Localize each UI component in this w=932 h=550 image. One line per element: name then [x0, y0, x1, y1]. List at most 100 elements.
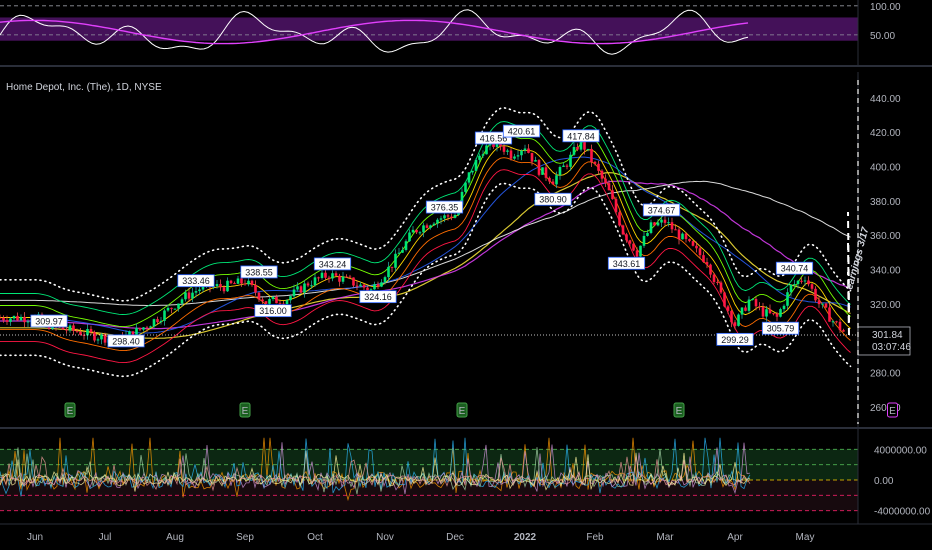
- price-tick-label: 380.00: [870, 197, 901, 208]
- candle-body: [558, 166, 562, 176]
- candle-body: [327, 277, 331, 279]
- candle-body: [726, 306, 730, 311]
- candle-body: [0, 317, 2, 319]
- chart-title: Home Depot, Inc. (The), 1D, NYSE: [6, 82, 162, 93]
- candle-body: [226, 280, 229, 292]
- candle-body: [807, 280, 810, 285]
- candle-body: [156, 319, 159, 323]
- oscillator-tick-label: 50.00: [870, 31, 895, 42]
- candle-body: [772, 313, 775, 315]
- candle-body: [607, 183, 611, 191]
- candle-body: [705, 262, 709, 265]
- candle-body: [2, 317, 5, 321]
- chart-canvas[interactable]: 50.00100.00 260.00280.00300.00320.00340.…: [0, 0, 932, 550]
- candle-body: [674, 229, 677, 231]
- candle-body: [621, 225, 625, 235]
- candle-body: [334, 273, 338, 276]
- candle-body: [5, 320, 9, 322]
- candle-body: [723, 292, 726, 307]
- candle-body: [754, 299, 758, 307]
- candle-body: [810, 284, 814, 289]
- candle-body: [180, 299, 184, 304]
- volume-tick-label: 0.00: [874, 476, 894, 487]
- candle-body: [65, 329, 68, 331]
- candle-body: [548, 177, 551, 182]
- candle-body: [786, 292, 789, 306]
- x-tick-label: Aug: [166, 532, 184, 543]
- candle-body: [275, 296, 278, 304]
- candle-body: [254, 284, 257, 293]
- x-axis[interactable]: Jun Jul Aug Sep Oct Nov Dec 2022 Feb Mar Apr May: [0, 523, 932, 543]
- volume-tick-label: -4000000.00: [874, 507, 931, 518]
- candle-body: [712, 274, 716, 282]
- candle-body: [593, 161, 597, 164]
- price-panel[interactable]: 260.00280.00300.00320.00340.00360.00380.…: [0, 72, 932, 429]
- candle-body: [530, 152, 534, 162]
- candle-body: [418, 232, 422, 234]
- candle-body: [516, 155, 520, 157]
- candle-body: [310, 285, 313, 287]
- candle-body: [163, 310, 166, 321]
- pivot-label: 340.74: [781, 264, 809, 274]
- candle-body: [509, 150, 513, 159]
- outer-envelope-dotted-line: [0, 107, 852, 302]
- x-tick-label: Nov: [376, 532, 394, 543]
- price-tick-label: 280.00: [870, 368, 901, 379]
- x-tick-label: Jul: [99, 532, 112, 543]
- candle-body: [646, 232, 649, 236]
- candle-body: [572, 147, 576, 155]
- candle-body: [303, 283, 306, 293]
- candle-body: [355, 285, 359, 287]
- candle-body: [278, 303, 282, 305]
- candle-body: [737, 314, 740, 326]
- pivot-label: 376.35: [431, 203, 459, 213]
- candle-body: [390, 266, 394, 268]
- earnings-marker-label: E: [67, 406, 74, 417]
- candle-body: [681, 233, 684, 240]
- candle-body: [159, 320, 163, 323]
- candle-body: [16, 315, 19, 321]
- candle-body: [481, 154, 485, 156]
- candle-body: [198, 289, 201, 292]
- candle-body: [184, 292, 187, 300]
- candle-body: [264, 301, 268, 304]
- candle-body: [831, 321, 835, 323]
- pivot-label: 343.61: [613, 259, 641, 269]
- pivot-label: 417.84: [567, 131, 595, 141]
- candle-body: [219, 284, 222, 288]
- x-tick-label: Mar: [656, 532, 674, 543]
- candle-body: [285, 300, 289, 305]
- candle-body: [670, 222, 674, 230]
- x-tick-label: Sep: [236, 532, 254, 543]
- candle-body: [257, 292, 261, 300]
- candle-body: [758, 306, 761, 308]
- candle-body: [656, 222, 660, 226]
- candle-body: [562, 165, 565, 167]
- candle-body: [604, 178, 607, 184]
- candle-body: [590, 148, 593, 162]
- candle-body: [537, 160, 541, 175]
- candle-body: [173, 308, 177, 310]
- candle-body: [467, 172, 471, 183]
- candle-body: [89, 329, 93, 333]
- candle-body: [544, 167, 548, 178]
- candle-body: [324, 272, 327, 278]
- candle-body: [436, 219, 439, 224]
- pivot-label: 309.97: [35, 317, 63, 327]
- candle-body: [296, 286, 299, 290]
- countdown-label: 03:07:46: [872, 342, 911, 353]
- pivot-label: 324.16: [364, 292, 392, 302]
- x-tick-label: Feb: [586, 532, 604, 543]
- candle-body: [684, 233, 688, 240]
- x-tick-label: Apr: [727, 532, 743, 543]
- pivot-label: 305.79: [767, 324, 795, 334]
- candle-body: [719, 282, 723, 293]
- candle-body: [803, 280, 807, 282]
- candle-body: [187, 292, 191, 299]
- candle-body: [740, 307, 744, 315]
- candle-body: [838, 321, 842, 331]
- candle-body: [425, 225, 429, 228]
- candle-body: [663, 219, 667, 223]
- candle-body: [366, 287, 369, 291]
- candle-body: [401, 249, 404, 253]
